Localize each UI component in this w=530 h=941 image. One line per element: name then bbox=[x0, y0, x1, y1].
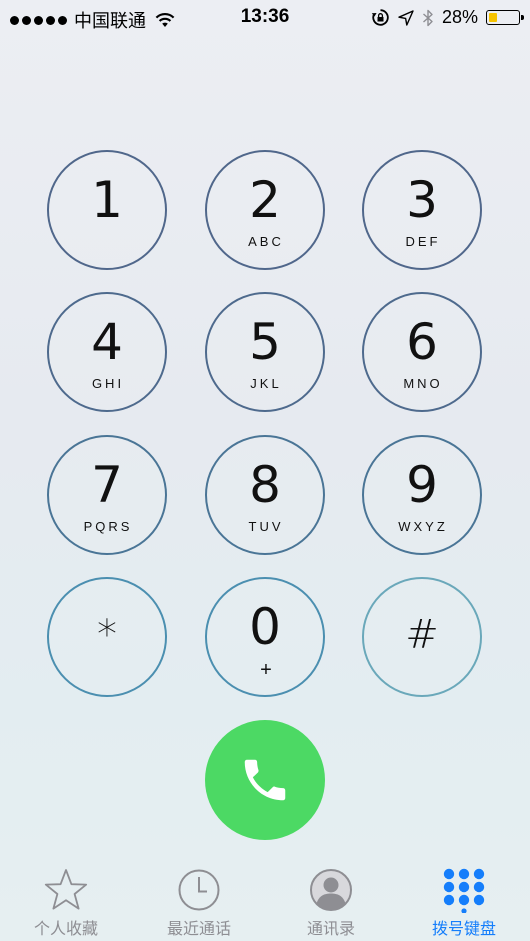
key-digit: 0 bbox=[249, 598, 281, 656]
tab-label: 最近通话 bbox=[166, 921, 231, 938]
key-digit: 3 bbox=[406, 171, 438, 229]
status-bar: 中国联通 13:36 28% bbox=[0, 0, 530, 36]
bluetooth-icon bbox=[423, 9, 433, 26]
key-letters: DEF bbox=[405, 234, 441, 249]
key-letters: WXYZ bbox=[398, 519, 448, 534]
keypad-key-5[interactable]: 5 JKL bbox=[205, 292, 325, 412]
key-digit: 2 bbox=[249, 171, 281, 229]
keypad-key-9[interactable]: 9 WXYZ bbox=[362, 435, 482, 555]
keypad-icon bbox=[443, 868, 485, 913]
battery-level-fill bbox=[489, 13, 497, 22]
key-digit: 7 bbox=[91, 456, 123, 514]
key-letters: MNO bbox=[403, 376, 443, 391]
battery-percent: 28% bbox=[441, 7, 478, 27]
phone-icon bbox=[244, 759, 286, 801]
tab-recents[interactable]: 最近通话 bbox=[139, 858, 259, 939]
status-right: 28% bbox=[371, 7, 524, 28]
tab-contacts[interactable]: 通讯录 bbox=[271, 858, 391, 939]
key-letters: JKL bbox=[250, 376, 282, 391]
keypad-key-8[interactable]: 8 TUV bbox=[205, 435, 325, 555]
tab-keypad[interactable]: 拨号键盘 bbox=[404, 858, 524, 939]
clock-icon bbox=[178, 869, 220, 911]
key-letters: + bbox=[260, 659, 272, 681]
keypad-key-hash[interactable]: # bbox=[362, 577, 482, 697]
key-digit: * bbox=[97, 612, 117, 658]
contact-icon bbox=[310, 869, 352, 911]
key-letters: PQRS bbox=[83, 519, 133, 534]
key-digit: 8 bbox=[249, 456, 281, 514]
key-letters: TUV bbox=[248, 519, 284, 534]
keypad-key-star[interactable]: * bbox=[47, 577, 167, 697]
tab-favorites[interactable]: 个人收藏 bbox=[6, 858, 126, 939]
key-digit: 6 bbox=[406, 313, 438, 371]
key-digit: 9 bbox=[406, 456, 438, 514]
keypad-key-4[interactable]: 4 GHI bbox=[47, 292, 167, 412]
keypad-key-0[interactable]: 0 + bbox=[205, 577, 325, 697]
rotation-lock-icon bbox=[371, 9, 389, 26]
keypad-key-2[interactable]: 2 ABC bbox=[205, 150, 325, 270]
key-digit: 4 bbox=[91, 313, 123, 371]
tab-bar: 个人收藏 最近通话 通讯录 拨号键盘 bbox=[0, 858, 530, 941]
key-digit: 1 bbox=[91, 171, 123, 229]
key-digit: 5 bbox=[249, 313, 281, 371]
star-icon bbox=[44, 869, 88, 910]
keypad-key-3[interactable]: 3 DEF bbox=[362, 150, 482, 270]
keypad-key-7[interactable]: 7 PQRS bbox=[47, 435, 167, 555]
keypad-key-6[interactable]: 6 MNO bbox=[362, 292, 482, 412]
key-letters: ABC bbox=[248, 234, 284, 249]
tab-label: 通讯录 bbox=[306, 921, 355, 938]
tab-label: 拨号键盘 bbox=[431, 921, 496, 938]
key-digit: # bbox=[405, 612, 439, 658]
keypad-key-1[interactable]: 1 bbox=[47, 150, 167, 270]
key-letters: GHI bbox=[91, 376, 125, 391]
battery-icon bbox=[486, 10, 524, 25]
call-button[interactable] bbox=[205, 720, 325, 840]
location-arrow-icon bbox=[398, 9, 414, 26]
tab-label: 个人收藏 bbox=[33, 921, 98, 938]
